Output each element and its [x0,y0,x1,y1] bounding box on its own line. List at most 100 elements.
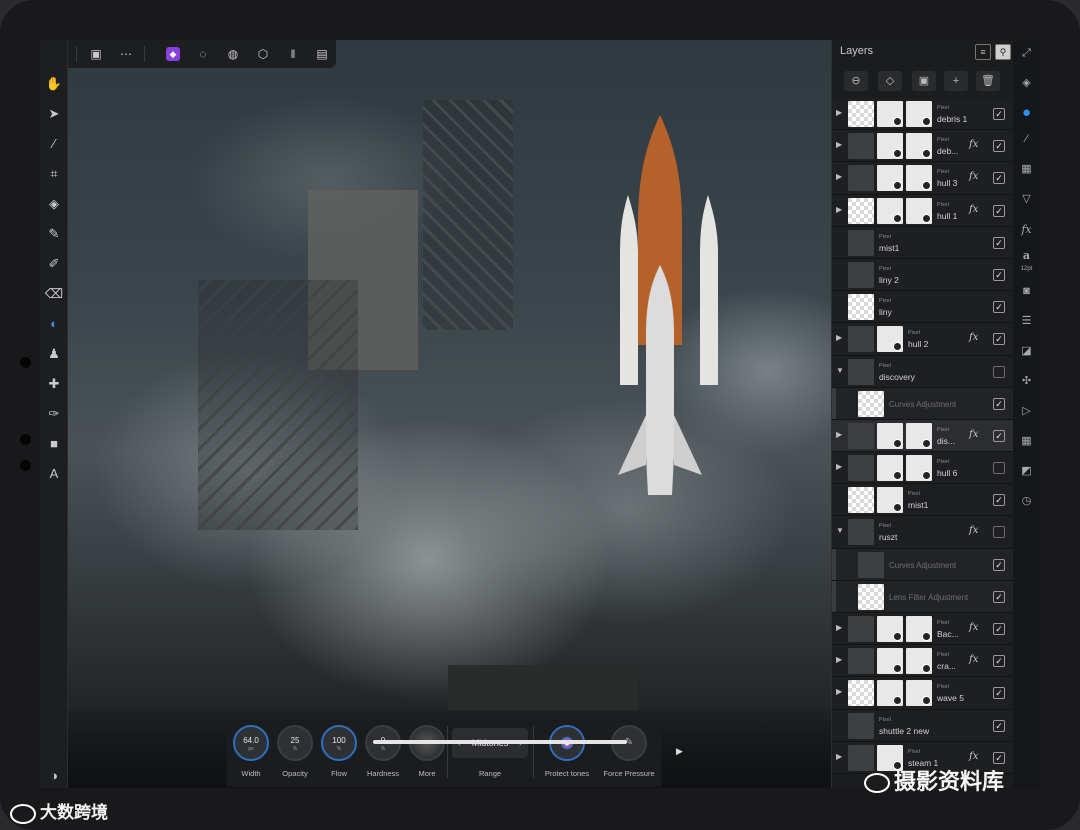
expand-icon[interactable]: ▶ [836,655,842,664]
layer-row[interactable]: Pixel mist1 ✓ [832,484,1014,517]
visibility-checkbox[interactable]: ✓ [993,687,1005,700]
camera-studio-icon[interactable]: ◙ [1017,282,1036,301]
develop-persona-icon[interactable]: ⬡ [253,44,273,64]
fx-icon[interactable]: fx [969,751,978,762]
mask-icon[interactable]: ▣ [912,71,936,91]
visibility-checkbox[interactable] [993,365,1005,378]
visibility-checkbox[interactable] [993,462,1005,475]
opacity-knob[interactable]: 25% [277,725,313,761]
layer-row[interactable]: Pixel liny 2 ✓ [832,258,1014,292]
visibility-checkbox[interactable]: ✓ [993,397,1005,410]
layer-row[interactable]: Lens Filter Adjustment ✓ [832,580,1014,613]
sliders-studio-icon[interactable]: ☰ [1017,312,1036,331]
fx-icon[interactable]: fx [969,525,978,536]
layer-row[interactable]: ▶ Pixel hull 6 [832,452,1014,485]
document-icon[interactable]: ▣ [86,44,106,64]
hardness-control[interactable]: 0% Hardness [363,725,403,778]
collapse-icon[interactable]: ▼ [836,366,844,375]
visibility-checkbox[interactable]: ✓ [993,558,1005,571]
layer-row[interactable]: Pixel mist1 ✓ [832,226,1014,259]
layers-studio-icon[interactable]: ◈ [1017,74,1036,93]
visibility-checkbox[interactable]: ✓ [993,301,1005,314]
visibility-checkbox[interactable]: ✓ [993,236,1005,249]
tone-mapping-persona-icon[interactable]: ‖ [283,44,303,64]
fx-icon[interactable]: fx [969,654,978,665]
visibility-checkbox[interactable]: ✓ [993,655,1005,668]
fullscreen-icon[interactable]: ⤢ [1017,44,1036,63]
swatches-studio-icon[interactable]: ▦ [1017,432,1036,451]
dodge-burn-tool-icon[interactable]: ◐ [44,314,64,334]
navigator-studio-icon[interactable]: ▦ [1017,160,1036,179]
history-studio-icon[interactable]: ◷ [1017,492,1036,511]
layer-row[interactable]: ▶ Pixel hull 2 fx ✓ [832,323,1014,356]
layer-row[interactable]: Curves Adjustment ✓ [832,387,1014,420]
expand-icon[interactable]: ▶ [836,623,842,632]
add-layer-icon[interactable]: + [944,71,968,91]
visibility-checkbox[interactable]: ✓ [993,108,1005,120]
visibility-checkbox[interactable]: ✓ [993,268,1005,281]
layer-stack-icon[interactable]: ◇ [878,71,902,91]
visibility-checkbox[interactable]: ✓ [993,333,1005,346]
paint-brush-tool-icon[interactable]: ✐ [44,254,64,274]
flow-control[interactable]: 100% Flow [319,725,359,778]
visibility-checkbox[interactable]: ✓ [993,204,1005,217]
protect-tones-toggle[interactable]: Protect tones [541,725,593,778]
expand-icon[interactable]: ▶ [836,462,842,471]
hide-layer-icon[interactable]: ⊖ [844,71,868,91]
color-wheel-icon[interactable]: ◑ [44,766,64,786]
layer-row[interactable]: ▶ Pixel debris 1 ✓ [832,98,1014,131]
visibility-checkbox[interactable] [993,526,1005,539]
move-tool-icon[interactable]: ➤ [44,104,64,124]
expand-icon[interactable]: ▶ [836,205,842,214]
macros-studio-icon[interactable]: ▷ [1017,402,1036,421]
adjustments-studio-icon[interactable]: ▽ [1017,190,1036,209]
collapse-icon[interactable]: ▼ [836,526,844,535]
fx-icon[interactable]: fx [969,622,978,633]
fx-icon[interactable]: fx [969,429,978,440]
visibility-checkbox[interactable]: ✓ [993,140,1005,153]
expand-icon[interactable]: ▶ [836,108,842,117]
clone-tool-icon[interactable]: ♟ [44,344,64,364]
layer-row[interactable]: ▼ Pixel ruszt fx [832,516,1014,549]
force-pressure-toggle[interactable]: ✎ Force Pressure [601,725,657,778]
layer-row[interactable]: ▶ Pixel hull 3 fx ✓ [832,162,1014,195]
crop-tool-icon[interactable]: ⌗ [44,164,64,184]
visibility-checkbox[interactable]: ✓ [993,719,1005,732]
list-view-icon[interactable]: ≡ [975,44,991,60]
smudge-tool-icon[interactable]: ✑ [44,404,64,424]
expand-icon[interactable]: ▶ [836,333,842,342]
layer-row[interactable]: Pixel shuttle 2 new ✓ [832,709,1014,742]
layer-row[interactable]: ▶ Pixel wave 5 ✓ [832,677,1014,710]
visibility-checkbox[interactable]: ✓ [993,172,1005,185]
layer-row[interactable]: Curves Adjustment ✓ [832,548,1014,581]
fx-icon[interactable]: fx [969,204,978,215]
layer-row[interactable]: ▶ Pixel deb... fx ✓ [832,130,1014,163]
selection-persona-icon[interactable]: ◌ [193,44,213,64]
color-picker-tool-icon[interactable]: ⁄ [44,134,64,154]
layer-row[interactable]: Pixel liny ✓ [832,291,1014,324]
delete-layer-icon[interactable]: 🗑 [976,71,1000,91]
more-control[interactable]: More [407,725,447,778]
layer-row[interactable]: ▶ Pixel Bac... fx ✓ [832,613,1014,646]
expand-icon[interactable]: ▶ [836,687,842,696]
flow-knob[interactable]: 100% [321,725,357,761]
brushes-studio-icon[interactable]: ⁄ [1017,130,1036,149]
more-icon[interactable]: ⋯ [116,44,136,64]
fx-icon[interactable]: fx [969,171,978,182]
document-canvas[interactable] [68,40,831,788]
fx-icon[interactable]: fx [969,139,978,150]
opacity-control[interactable]: 25% Opacity [275,725,315,778]
stock-studio-icon[interactable]: ◩ [1017,462,1036,481]
export-persona-icon[interactable]: ▤ [312,44,332,64]
healing-tool-icon[interactable]: ✚ [44,374,64,394]
fx-icon[interactable]: fx [969,332,978,343]
layer-row[interactable]: ▶ Pixel dis... fx ✓ [832,419,1014,453]
color-studio-icon[interactable]: ● [1017,103,1036,122]
text-tool-icon[interactable]: A [44,464,64,484]
shape-tool-icon[interactable]: ■ [44,434,64,454]
pin-panel-icon[interactable]: ⚲ [995,44,1011,60]
layer-row[interactable]: ▶ Pixel cra... fx ✓ [832,645,1014,678]
expand-icon[interactable]: ▶ [836,172,842,181]
expand-icon[interactable]: ▶ [836,140,842,149]
width-control[interactable]: 64.0 px Width [231,725,271,778]
